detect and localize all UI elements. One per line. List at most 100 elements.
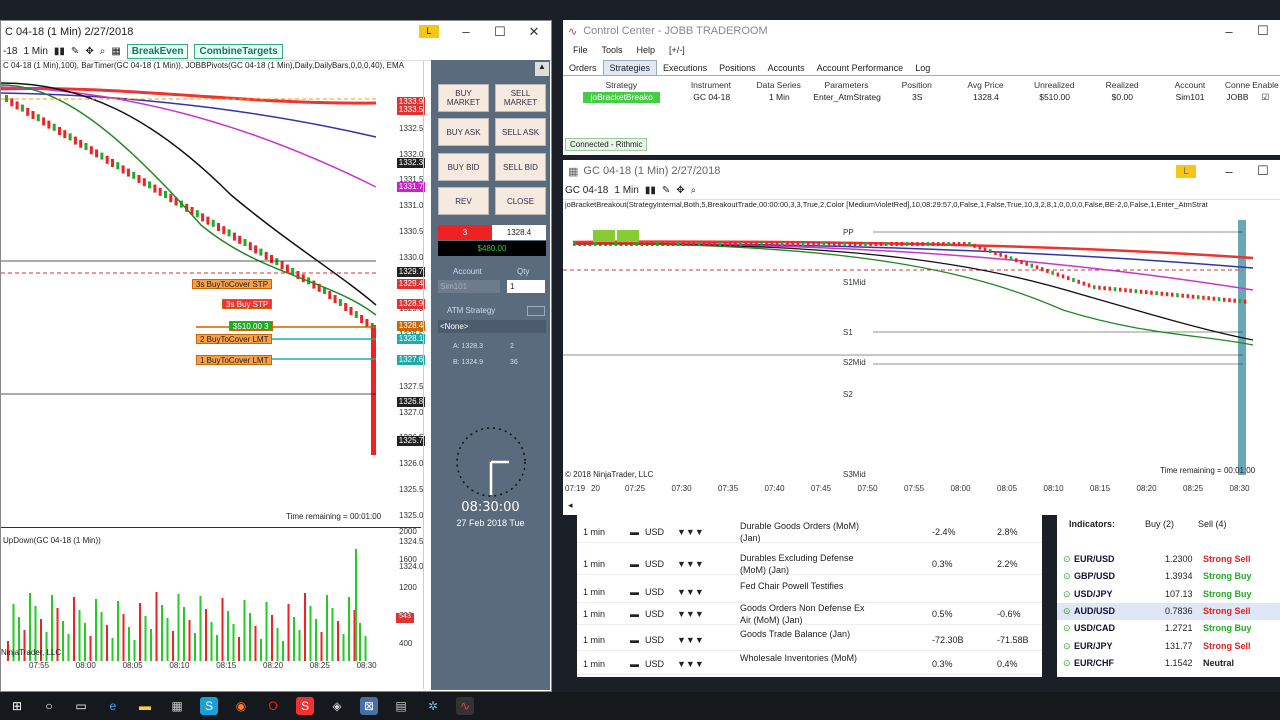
instrument-selector[interactable]: -18 (3, 46, 17, 57)
tab-log[interactable]: Log (909, 61, 936, 75)
buy-bid-button[interactable]: BUY BID (438, 153, 489, 181)
tab-account-performance[interactable]: Account Performance (811, 61, 910, 75)
close-button[interactable]: CLOSE (495, 187, 546, 215)
order-tag[interactable]: 3s Buy STP (222, 299, 273, 309)
calendar-row[interactable]: 1 min ▬ USD ▼▼▼ Goods Trade Balance (Jan) -72… (577, 627, 1042, 651)
cell-strategy[interactable]: joBracketBreako (583, 92, 661, 103)
menu-tools[interactable]: Tools (602, 45, 623, 57)
buy-ask-button[interactable]: BUY ASK (438, 118, 489, 146)
atm-select[interactable]: <None> (438, 320, 546, 333)
calendar-row[interactable]: 1 min ▬ USD ▼▼▼ Durable Goods Orders (MoM) (J… (577, 519, 1042, 543)
menu-help[interactable]: Help (637, 45, 656, 57)
sell-bid-button[interactable]: SELL BID (495, 153, 546, 181)
right-link-icon[interactable]: L (1176, 164, 1196, 178)
shield-icon[interactable]: ◈ (328, 697, 346, 715)
candle (604, 242, 607, 246)
indicator-row[interactable]: ⊙ GBP/USD 1.3934 Strong Buy (1057, 568, 1280, 585)
ninjatrader-taskbar-icon[interactable]: ∿ (456, 697, 474, 715)
indicator-row[interactable]: ⊙ USD/JPY 107.13 Strong Buy (1057, 586, 1280, 603)
indicator-row[interactable]: ⊙ USD/CAD 1.2721 Strong Buy (1057, 620, 1280, 637)
bar-type-icon[interactable]: ▮▮ (54, 46, 65, 57)
task-view-icon[interactable]: ▭ (72, 697, 90, 715)
sell-market-button[interactable]: SELL MARKET (495, 84, 546, 112)
calendar-row[interactable]: 1 min ▬ USD ▼▼▼ Durables Excluding Defense (M… (577, 551, 1042, 575)
buy-market-button[interactable]: BUY MARKET (438, 84, 489, 112)
calendar-row[interactable]: 1 min ▬ USD ▼▼▼ Wholesale Inventories (MoM) 0… (577, 651, 1042, 675)
order-tag[interactable]: 2 BuyToCover LMT (196, 334, 273, 344)
indicator-row[interactable]: ⊙ EUR/USD 1.2300 Strong Sell (1057, 551, 1280, 568)
volume-chart[interactable] (1, 531, 423, 661)
app-s-icon[interactable]: S (296, 697, 314, 715)
draw-icon[interactable]: ✎ (71, 46, 79, 57)
windows-start-icon[interactable]: ⊞ (8, 697, 26, 715)
indicator-row[interactable]: ⊙ AUD/USD 0.7836 Strong Sell (1057, 602, 1280, 620)
gear-icon[interactable]: ✲ (424, 697, 442, 715)
zoom-icon[interactable]: ⌕ (100, 46, 106, 57)
indicator-row[interactable]: ⊙ EUR/CHF 1.1542 Neutral (1057, 655, 1280, 672)
crosshair-icon[interactable]: ✥ (85, 46, 93, 57)
right-price-chart[interactable] (563, 220, 1273, 475)
right-instrument-selector[interactable]: GC 04-18 (565, 185, 608, 196)
left-window-title: C 04-18 (1 Min) 2/27/2018 (5, 26, 134, 38)
candle (853, 242, 857, 246)
atm-edit-icon[interactable] (527, 306, 545, 316)
network-icon[interactable]: ⊠ (360, 697, 378, 715)
right-interval-selector[interactable]: 1 Min (614, 185, 638, 196)
opera-icon[interactable]: O (264, 697, 282, 715)
search-icon[interactable]: ○ (40, 697, 58, 715)
edge-icon[interactable]: e (104, 697, 122, 715)
properties-icon[interactable]: ▦ (111, 46, 120, 57)
rev-button[interactable]: REV (438, 187, 489, 215)
tab-executions[interactable]: Executions (657, 61, 713, 75)
candle (5, 95, 8, 102)
left-price-chart[interactable] (1, 75, 423, 525)
right-draw-icon[interactable]: ✎ (662, 185, 670, 196)
tab-accounts[interactable]: Accounts (762, 61, 811, 75)
combine-targets-button[interactable]: CombineTargets (194, 44, 283, 59)
candle (1009, 256, 1013, 261)
close-icon[interactable]: ✕ (517, 24, 551, 40)
indicator-row[interactable]: ⊙ EUR/JPY 131.77 Strong Sell (1057, 638, 1280, 655)
skype-icon[interactable]: S (200, 697, 218, 715)
strategy-row[interactable]: joBracketBreako GC 04-18 1 Min Enter_Atm… (563, 92, 1280, 103)
volume-bar (111, 638, 114, 661)
tab-positions[interactable]: Positions (713, 61, 762, 75)
enabled-checkbox[interactable]: ☑ (1251, 92, 1280, 103)
firefox-icon[interactable]: ◉ (232, 697, 250, 715)
right-maximize-icon[interactable]: ☐ (1246, 163, 1280, 179)
calendar-row[interactable]: 1 min ▬ USD ▼▼▼ Fed Chair Powell Testifies (577, 579, 1042, 603)
tab-orders[interactable]: Orders (563, 61, 603, 75)
maximize-icon[interactable]: ☐ (483, 24, 517, 40)
minimize-icon[interactable]: – (449, 24, 483, 40)
right-bar-type-icon[interactable]: ▮▮ (645, 185, 656, 196)
collapse-icon[interactable]: ▲ (535, 62, 549, 76)
link-icon[interactable]: L (419, 25, 439, 38)
left-copyright: NinjaTrader, LLC (1, 648, 62, 657)
calendar-row[interactable]: 1 min ▬ USD ▼▼▼ Goods Orders Non Defense Ex A… (577, 601, 1042, 625)
candle (126, 168, 130, 177)
cc-maximize-icon[interactable]: ☐ (1246, 23, 1280, 39)
right-crosshair-icon[interactable]: ✥ (676, 185, 684, 196)
menu-file[interactable]: File (573, 45, 588, 57)
volume-bar (161, 605, 163, 661)
scroll-left-icon[interactable]: ◂ (568, 500, 573, 511)
order-tag[interactable]: $510.00 3 (229, 321, 273, 331)
breakeven-button[interactable]: BreakEven (126, 44, 189, 59)
notes-icon[interactable]: ▤ (392, 697, 410, 715)
left-scrollbar[interactable] (423, 61, 431, 689)
right-minimize-icon[interactable]: – (1212, 164, 1246, 179)
cc-minimize-icon[interactable]: – (1212, 24, 1246, 39)
order-tag[interactable]: 1 BuyToCover LMT (196, 355, 273, 365)
menu-expand[interactable]: [+/-] (669, 45, 685, 57)
order-tag[interactable]: 3s BuyToCover STP (192, 279, 273, 289)
sell-ask-button[interactable]: SELL ASK (495, 118, 546, 146)
interval-selector[interactable]: 1 Min (23, 46, 47, 57)
folder-icon[interactable]: ▬ (136, 697, 154, 715)
store-icon[interactable]: ▦ (168, 697, 186, 715)
volume-bar (221, 598, 224, 661)
tab-strategies[interactable]: Strategies (602, 59, 658, 76)
pair-icon: ⊙ (1063, 571, 1071, 582)
qty-input[interactable]: 1 (507, 280, 545, 293)
account-select[interactable]: Sim101 (438, 280, 500, 293)
right-zoom-icon[interactable]: ⌕ (691, 185, 697, 196)
